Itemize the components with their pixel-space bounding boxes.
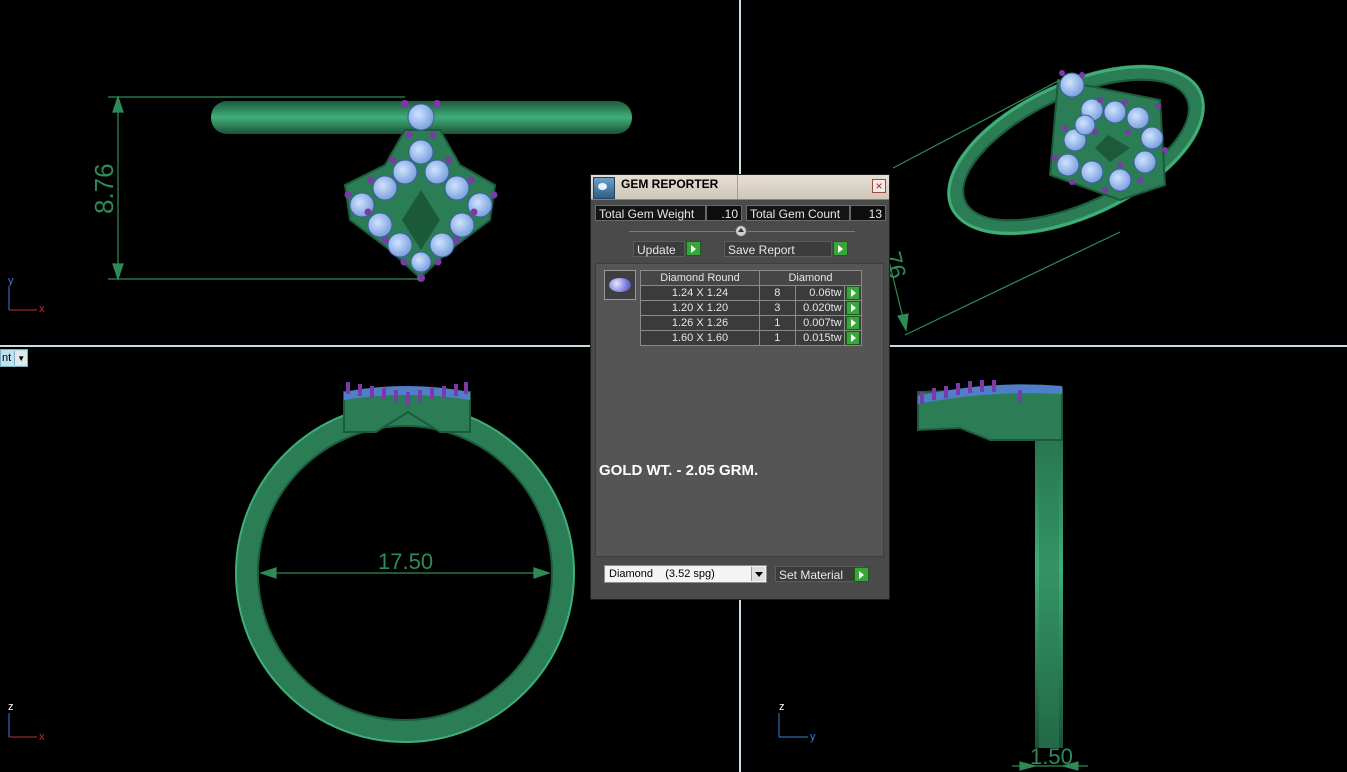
svg-text:z: z <box>779 701 785 713</box>
row-action-icon[interactable] <box>843 330 863 346</box>
close-icon[interactable]: × <box>872 179 886 193</box>
save-report-button[interactable]: Save Report <box>724 241 832 257</box>
chevron-down-icon[interactable]: ▼ <box>14 351 28 365</box>
update-go-icon[interactable] <box>686 241 701 256</box>
viewport-top-right[interactable]: 76 <box>878 32 1228 336</box>
table-row: 1.26 X 1.26 1 0.007tw <box>640 315 863 331</box>
viewport-view-label: nt <box>2 352 12 364</box>
svg-text:y: y <box>8 275 14 287</box>
axis-triad-top-left: y x <box>8 275 45 315</box>
row-action-icon[interactable] <box>843 315 863 331</box>
total-gem-count-label: Total Gem Count <box>746 205 850 221</box>
table-header-material: Diamond <box>759 270 862 286</box>
perspective-gem-cluster <box>1048 70 1168 202</box>
gold-weight-note: GOLD WT. - 2.05 GRM. <box>599 462 759 479</box>
viewport-top-left[interactable]: 8.76 y x <box>8 95 632 315</box>
table-header-shape: Diamond Round <box>640 270 760 286</box>
gem-reporter-window: GEM REPORTER × Total Gem Weight .10 Tota… <box>590 174 890 600</box>
window-titlebar[interactable]: GEM REPORTER × <box>591 175 889 200</box>
viewport-view-selector[interactable]: nt ▼ <box>0 349 29 367</box>
set-material-button[interactable]: Set Material <box>775 566 863 582</box>
gem-reporter-app-icon <box>593 177 615 199</box>
total-gem-weight-value: .10 <box>706 205 742 221</box>
svg-text:x: x <box>39 303 45 315</box>
chevron-down-icon[interactable] <box>751 567 765 581</box>
dimension-label-height: 8.76 <box>89 163 119 214</box>
total-gem-count-value: 13 <box>850 205 886 221</box>
svg-text:x: x <box>39 731 45 743</box>
table-row: 1.24 X 1.24 8 0.06tw <box>640 285 863 301</box>
collapse-toggle-icon[interactable] <box>735 225 747 237</box>
material-select-value: Diamond (3.52 spg) <box>609 568 715 580</box>
viewport-bottom-left[interactable]: 17.50 z x <box>8 382 575 743</box>
dimension-label-width: 1.50 <box>1030 744 1073 769</box>
svg-text:y: y <box>810 731 816 743</box>
row-action-icon[interactable] <box>843 285 863 301</box>
axis-triad-bottom-right: z y <box>778 701 816 743</box>
save-report-go-icon[interactable] <box>833 241 848 256</box>
svg-text:z: z <box>8 701 14 713</box>
update-button[interactable]: Update <box>633 241 685 257</box>
table-row: 1.20 X 1.20 3 0.020tw <box>640 300 863 316</box>
window-title: GEM REPORTER <box>621 177 719 191</box>
table-row: 1.60 X 1.60 1 0.015tw <box>640 330 863 346</box>
row-action-icon[interactable] <box>843 300 863 316</box>
report-panel: Diamond Round Diamond 1.24 X 1.24 8 0.06… <box>595 263 884 557</box>
dimension-label-diameter: 17.50 <box>378 549 433 574</box>
diamond-round-icon <box>604 270 636 300</box>
gem-table: Diamond Round Diamond 1.24 X 1.24 8 0.06… <box>640 270 863 346</box>
total-gem-weight-label: Total Gem Weight <box>595 205 706 221</box>
material-select[interactable]: Diamond (3.52 spg) <box>604 565 767 583</box>
set-material-go-icon[interactable] <box>854 567 869 582</box>
axis-triad-bottom-left: z x <box>8 701 45 743</box>
